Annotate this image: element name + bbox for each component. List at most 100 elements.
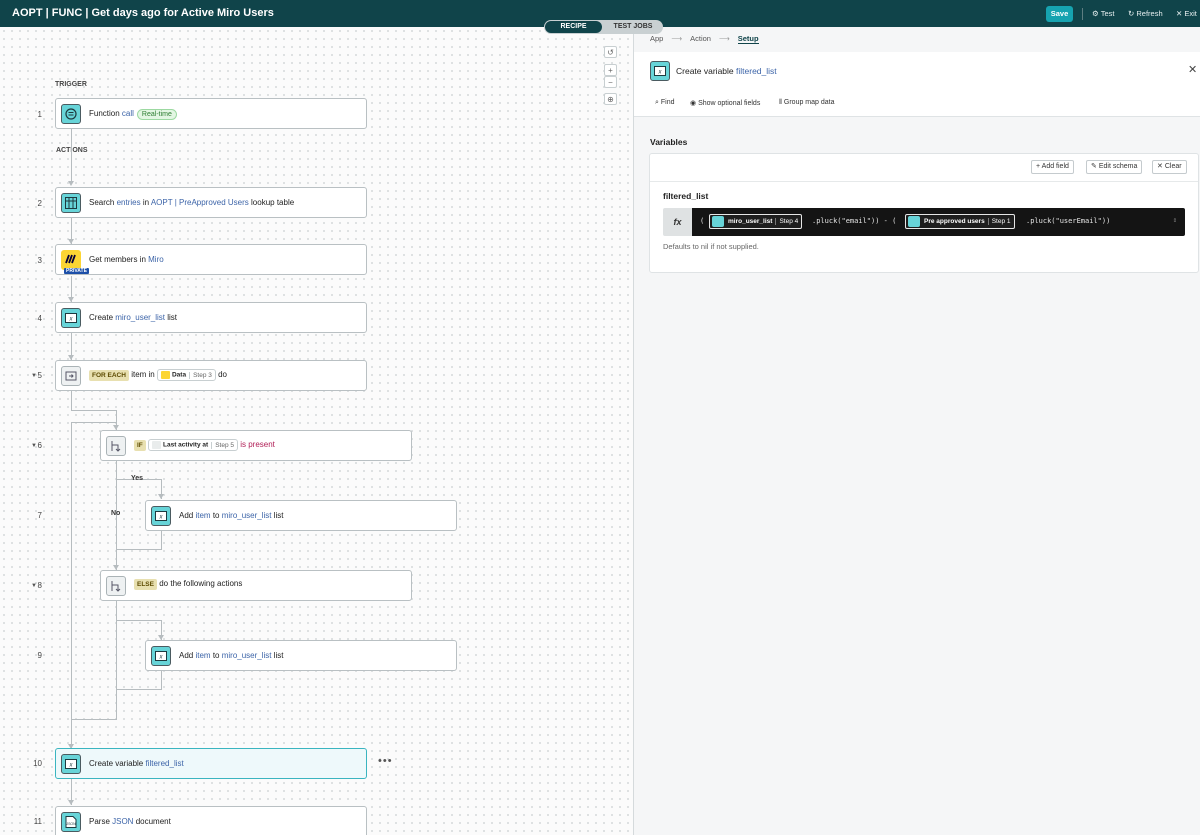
step-11-parse-json[interactable]: JSON Parse JSON document: [55, 806, 367, 835]
zoom-in-button[interactable]: +: [604, 64, 617, 76]
connector: [71, 410, 117, 411]
refresh-button[interactable]: ↻ Refresh: [1128, 9, 1163, 18]
step-3-get-members[interactable]: PRIVATE Get members in Miro: [55, 244, 367, 275]
datapill-label: Data: [171, 371, 187, 379]
step-link[interactable]: miro_user_list: [222, 651, 272, 660]
datapill-step: Step 3: [189, 371, 212, 379]
step-9-add-item[interactable]: x Add item to miro_user_list list: [145, 640, 457, 671]
step-link[interactable]: entries: [117, 198, 141, 207]
connector: [116, 460, 117, 550]
step-text: Get members in: [89, 255, 149, 264]
step-number: 1: [37, 110, 42, 119]
step-number: 3: [37, 256, 42, 265]
step-link[interactable]: JSON: [112, 817, 133, 826]
test-label: Test: [1100, 9, 1115, 18]
toolbar-divider: [1082, 8, 1083, 20]
step-6-if-condition[interactable]: IF Last activity at Step 5 is present: [100, 430, 412, 461]
step-text: Add: [179, 651, 196, 660]
refresh-icon: [152, 441, 162, 449]
find-label: Find: [660, 99, 675, 106]
eye-icon: ◉: [690, 100, 697, 107]
edit-schema-button[interactable]: ✎ Edit schema: [1086, 160, 1143, 174]
more-options-icon[interactable]: •••: [378, 755, 393, 767]
clear-label: Clear: [1164, 163, 1182, 170]
breadcrumb-setup[interactable]: Setup: [737, 34, 759, 44]
connector-arrow: [68, 800, 74, 805]
formula-mode-icon[interactable]: fx: [663, 208, 692, 236]
step-number: 2: [37, 199, 42, 208]
step-link[interactable]: miro_user_list: [115, 313, 165, 322]
arrow-right-icon: ⟶: [671, 34, 683, 43]
exit-button[interactable]: ✕ Exit: [1176, 9, 1197, 18]
connector: [161, 530, 162, 550]
datapill[interactable]: Last activity at Step 5: [148, 439, 238, 451]
step-text: Create variable: [89, 759, 146, 768]
connector: [71, 719, 117, 720]
fit-view-button[interactable]: ⊕: [604, 93, 617, 105]
private-badge: PRIVATE: [64, 268, 89, 274]
svg-text:JSON: JSON: [66, 822, 76, 826]
datapill-step: Step 1: [987, 218, 1011, 225]
variables-section: + Add field ✎ Edit schema ✕ Clear filter…: [649, 153, 1199, 273]
step-link[interactable]: item: [195, 651, 210, 660]
show-optional-fields-button[interactable]: ◉ Show optional fields: [690, 99, 760, 107]
step-config-panel: App ⟶ Action ⟶ Setup x Create variable filte…: [633, 27, 1200, 835]
datapill-label: Pre approved users: [924, 218, 985, 225]
json-icon: JSON: [61, 812, 81, 832]
view-tabs: RECIPE TEST JOBS: [544, 20, 663, 34]
datapill-step: Step 5: [211, 441, 234, 449]
step-link[interactable]: miro_user_list: [222, 511, 272, 520]
find-button[interactable]: ⌕ Find: [655, 99, 675, 107]
connector: [161, 670, 162, 690]
test-button[interactable]: ⚙ Test: [1092, 9, 1114, 18]
code-segment: .pluck("userEmail")): [1026, 217, 1111, 225]
step-link[interactable]: item: [195, 511, 210, 520]
step-text: Add: [179, 511, 196, 520]
code-segment: .pluck("email")) - (: [812, 217, 897, 225]
resize-handle-icon[interactable]: ⇕: [1173, 216, 1177, 224]
datapill[interactable]: Data Step 3: [156, 369, 216, 381]
tab-test-jobs[interactable]: TEST JOBS: [604, 20, 662, 34]
add-field-button[interactable]: + Add field: [1031, 160, 1074, 174]
step-1-function-call[interactable]: Function call Real-time: [55, 98, 367, 129]
step-text: in: [140, 198, 151, 207]
step-8-else[interactable]: ELSE do the following actions: [100, 570, 412, 601]
clear-button[interactable]: ✕ Clear: [1152, 160, 1187, 174]
step-4-create-list[interactable]: x Create miro_user_list list: [55, 302, 367, 333]
step-2-search-lookup[interactable]: Search entries in AOPT | PreApproved Use…: [55, 187, 367, 218]
step-number: 5: [37, 371, 42, 380]
step-10-create-variable[interactable]: x Create variable filtered_list: [55, 748, 367, 779]
step-link[interactable]: AOPT | PreApproved Users: [151, 198, 249, 207]
function-icon: [908, 216, 920, 227]
variable-icon: x: [61, 308, 81, 328]
formula-input[interactable]: ( miro_user_list Step 4 .pluck("email")) …: [692, 208, 1185, 236]
variable-icon: x: [151, 646, 171, 666]
step-text: item in: [131, 370, 155, 380]
step-text: do the following actions: [159, 579, 243, 588]
panel-title-link[interactable]: filtered_list: [736, 66, 777, 76]
datapill-pre-approved-users[interactable]: Pre approved users Step 1: [905, 214, 1015, 229]
step-number: 4: [37, 314, 42, 323]
connector: [116, 549, 162, 550]
breadcrumb-app[interactable]: App: [650, 34, 663, 43]
connector: [71, 422, 117, 423]
step-link[interactable]: filtered_list: [145, 759, 183, 768]
close-icon[interactable]: ✕: [1188, 63, 1197, 76]
group-map-data-button[interactable]: ⫴ Group map data: [779, 99, 835, 107]
step-link[interactable]: Miro: [148, 255, 164, 264]
step-5-for-each[interactable]: FOR EACH item in Data Step 3 do: [55, 360, 367, 391]
step-link[interactable]: call: [122, 109, 134, 118]
recipe-canvas[interactable]: ↺ + − ⊕ TRIGGER ACTIONS Yes No 1 Functio…: [0, 27, 633, 835]
tab-recipe[interactable]: RECIPE: [545, 21, 602, 33]
step-text: list: [165, 313, 178, 322]
divider: [650, 181, 1198, 182]
exit-label: Exit: [1184, 9, 1197, 18]
reset-view-button[interactable]: ↺: [604, 46, 617, 58]
step-text: Search: [89, 198, 117, 207]
breadcrumb-action[interactable]: Action: [690, 34, 711, 43]
code-paren: (: [700, 217, 705, 225]
datapill-miro-user-list[interactable]: miro_user_list Step 4: [709, 214, 803, 229]
step-7-add-item[interactable]: x Add item to miro_user_list list: [145, 500, 457, 531]
zoom-out-button[interactable]: −: [604, 76, 617, 88]
save-button[interactable]: Save: [1046, 6, 1073, 22]
